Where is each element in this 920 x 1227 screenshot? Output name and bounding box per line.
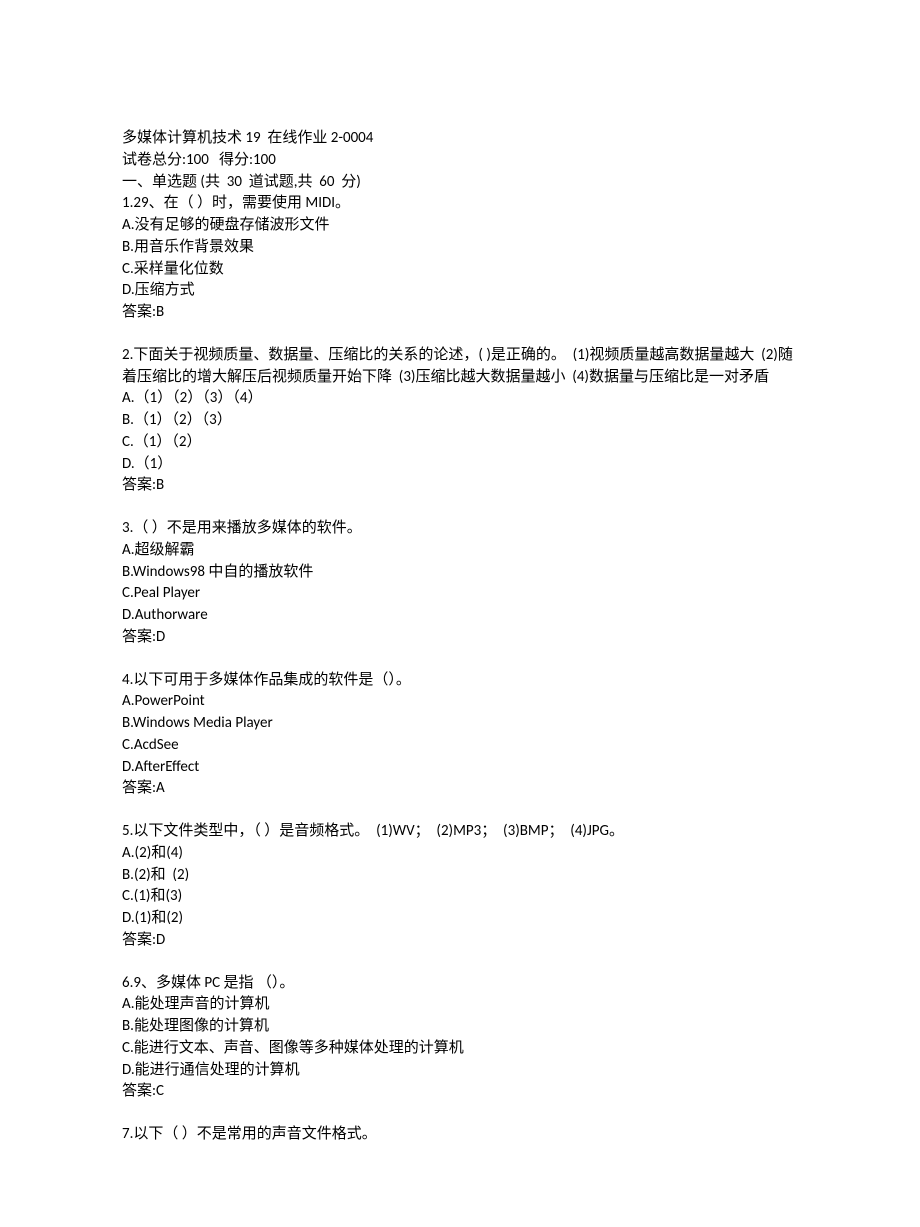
question-option: B.Windows98 中自的播放软件 — [122, 562, 798, 584]
question-option: D.(1)和(2) — [122, 908, 798, 930]
question-option: A.(2)和(4) — [122, 843, 798, 865]
question-option: C.能进行文本、声音、图像等多种媒体处理的计算机 — [122, 1038, 798, 1060]
question-option: D.（1） — [122, 454, 798, 476]
question-answer: 答案:D — [122, 930, 798, 952]
question-option: B.能处理图像的计算机 — [122, 1016, 798, 1038]
question-option: B.Windows Media Player — [122, 713, 798, 735]
question-option: B.（1）（2）（3） — [122, 410, 798, 432]
question-block: 3.（ ）不是用来播放多媒体的软件。 A.超级解霸 B.Windows98 中自… — [122, 518, 798, 649]
question-option: C.AcdSee — [122, 735, 798, 757]
question-option: C.（1）（2） — [122, 432, 798, 454]
question-option: A.PowerPoint — [122, 691, 798, 713]
question-stem: 3.（ ）不是用来播放多媒体的软件。 — [122, 518, 798, 540]
score-line: 试卷总分:100 得分:100 — [122, 150, 798, 172]
question-option: A.（1）（2）（3）（4） — [122, 388, 798, 410]
question-answer: 答案:A — [122, 778, 798, 800]
question-option: B.(2)和 (2) — [122, 865, 798, 887]
question-answer: 答案:D — [122, 627, 798, 649]
question-option: D.AfterEffect — [122, 757, 798, 779]
question-option: C.(1)和(3) — [122, 886, 798, 908]
question-answer: 答案:B — [122, 302, 798, 324]
question-block: 2.下面关于视频质量、数据量、压缩比的关系的论述，( )是正确的。 (1)视频质… — [122, 345, 798, 497]
section-line: 一、单选题 (共 30 道试题,共 60 分) — [122, 172, 798, 194]
question-option: A.能处理声音的计算机 — [122, 994, 798, 1016]
question-stem: 6.9、多媒体 PC 是指 （）。 — [122, 973, 798, 995]
title: 多媒体计算机技术 19 在线作业 2-0004 — [122, 128, 798, 150]
question-stem: 2.下面关于视频质量、数据量、压缩比的关系的论述，( )是正确的。 (1)视频质… — [122, 345, 798, 389]
question-option: D.Authorware — [122, 605, 798, 627]
document-header: 多媒体计算机技术 19 在线作业 2-0004 试卷总分:100 得分:100 … — [122, 128, 798, 324]
question-stem: 5.以下文件类型中，（ ）是音频格式。 (1)WV； (2)MP3； (3)BM… — [122, 821, 798, 843]
question-stem: 1.29、在（ ）时，需要使用 MIDI。 — [122, 193, 798, 215]
question-option: A.超级解霸 — [122, 540, 798, 562]
question-stem: 4.以下可用于多媒体作品集成的软件是（）。 — [122, 670, 798, 692]
question-answer: 答案:B — [122, 475, 798, 497]
question-option: D.压缩方式 — [122, 280, 798, 302]
question-option: B.用音乐作背景效果 — [122, 237, 798, 259]
question-block: 5.以下文件类型中，（ ）是音频格式。 (1)WV； (2)MP3； (3)BM… — [122, 821, 798, 952]
question-option: C.采样量化位数 — [122, 259, 798, 281]
question-block: 6.9、多媒体 PC 是指 （）。 A.能处理声音的计算机 B.能处理图像的计算… — [122, 973, 798, 1104]
question-option: D.能进行通信处理的计算机 — [122, 1060, 798, 1082]
question-block: 7.以下（ ）不是常用的声音文件格式。 — [122, 1124, 798, 1146]
question-stem: 7.以下（ ）不是常用的声音文件格式。 — [122, 1124, 798, 1146]
question-option: C.Peal Player — [122, 583, 798, 605]
question-option: A.没有足够的硬盘存储波形文件 — [122, 215, 798, 237]
question-block: 4.以下可用于多媒体作品集成的软件是（）。 A.PowerPoint B.Win… — [122, 670, 798, 801]
question-answer: 答案:C — [122, 1081, 798, 1103]
